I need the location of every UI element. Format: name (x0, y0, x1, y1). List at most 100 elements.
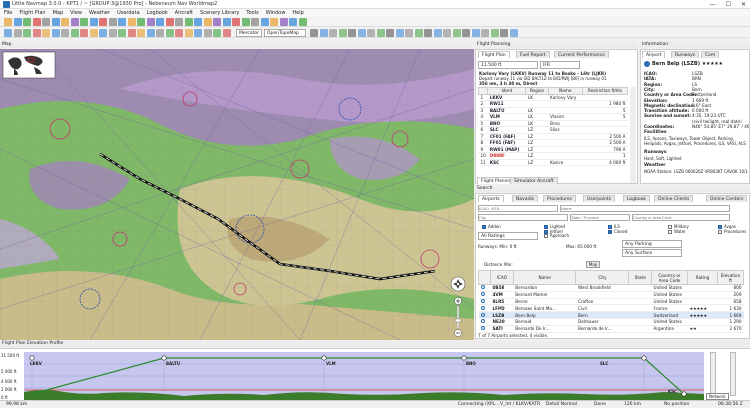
checkbox-water[interactable]: Water (668, 229, 686, 234)
view-toolbar-button-icon[interactable] (348, 29, 356, 37)
toolbar-button-icon[interactable] (146, 18, 155, 26)
ratings-select[interactable]: All Ratings (478, 232, 538, 240)
parking-select[interactable]: Any Parking (622, 240, 682, 248)
toolbar-button-icon[interactable] (32, 18, 41, 26)
menu-tools[interactable]: Tools (246, 10, 258, 16)
toolbar-button-icon[interactable] (184, 18, 193, 26)
menu-scenery-library[interactable]: Scenery Library (200, 10, 239, 16)
menu-map[interactable]: Map (53, 10, 64, 16)
toolbar-button-icon[interactable] (23, 18, 31, 26)
toolbar-button-icon[interactable] (241, 18, 250, 26)
view-toolbar-button-icon[interactable] (500, 29, 508, 37)
search-tab-logbook[interactable]: Logbook (623, 195, 651, 202)
search-result-row[interactable]: NE20 Bernaid Delmauer United States 1 290 (478, 318, 744, 326)
minimize-icon[interactable]: — (710, 1, 716, 8)
view-toolbar-button-icon[interactable] (462, 29, 470, 37)
view-toolbar-button-icon[interactable] (329, 29, 337, 37)
view-toolbar-button-icon[interactable] (471, 29, 480, 37)
toolbar-button-icon[interactable] (137, 18, 145, 26)
map-toolbar-button-icon[interactable] (184, 29, 193, 37)
toolbar-button-icon[interactable] (89, 18, 98, 26)
view-toolbar-button-icon[interactable] (424, 29, 432, 37)
view-toolbar-button-icon[interactable] (386, 29, 394, 37)
view-toolbar-button-icon[interactable] (405, 29, 413, 37)
search-tab-online-centers[interactable]: Online Centers (706, 195, 748, 202)
tab-current-performance[interactable]: Current Performance (554, 51, 609, 58)
menu-aircraft[interactable]: Aircraft (175, 10, 193, 16)
search-tab-procedures[interactable]: Procedures (543, 195, 576, 202)
toolbar-button-icon[interactable] (156, 18, 164, 26)
map-toolbar-button-icon[interactable] (194, 29, 202, 37)
close-icon[interactable]: ✕ (741, 1, 746, 8)
tab-fuel-report[interactable]: Fuel Report (516, 51, 550, 58)
toolbar-button-icon[interactable] (194, 18, 202, 26)
toolbar-button-icon[interactable] (127, 18, 136, 26)
search-tab-airports[interactable]: Airports (478, 195, 504, 202)
view-toolbar-button-icon[interactable] (310, 29, 318, 37)
checkbox-approach[interactable]: Approach (544, 233, 569, 238)
surface-select[interactable]: Any Surface (622, 249, 682, 257)
view-toolbar-button-icon[interactable] (338, 29, 347, 37)
map-toolbar-button-icon[interactable] (108, 29, 117, 37)
map-toolbar-button-icon[interactable] (127, 29, 136, 37)
view-toolbar-button-icon[interactable] (376, 29, 385, 37)
map-toolbar-button-icon[interactable] (137, 29, 145, 37)
toolbar-button-icon[interactable] (4, 18, 12, 26)
view-toolbar-button-icon[interactable] (433, 29, 442, 37)
map-toolbar-button-icon[interactable] (80, 29, 88, 37)
cruise-altitude-input[interactable]: 11.500 ft (478, 61, 538, 69)
search-result-row[interactable]: LSZB Bern Belp Bern Switzerland ★★★★★ 1 669 (478, 311, 744, 319)
map-toolbar-button-icon[interactable] (156, 29, 164, 37)
map-toolbar-button-icon[interactable] (222, 29, 231, 37)
checkbox-box[interactable] (482, 225, 486, 229)
checkbox-box[interactable] (668, 230, 672, 234)
toolbar-button-icon[interactable] (298, 18, 307, 26)
map-canvas[interactable] (0, 49, 474, 340)
menu-userdata[interactable]: Userdata (117, 10, 140, 16)
view-toolbar-button-icon[interactable] (490, 29, 499, 37)
flight-type-select[interactable]: IFR (540, 61, 580, 69)
toolbar-button-icon[interactable] (270, 18, 278, 26)
search-ident-input[interactable] (478, 205, 558, 212)
view-toolbar-button-icon[interactable] (319, 29, 328, 37)
map-toolbar-button-icon[interactable] (165, 29, 174, 37)
map-toolbar-button-icon[interactable] (13, 29, 22, 37)
toolbar-button-icon[interactable] (213, 18, 221, 26)
col-city[interactable]: City (575, 270, 630, 285)
map-toolbar-button-icon[interactable] (99, 29, 107, 37)
map-toolbar-button-icon[interactable] (42, 29, 50, 37)
toolbar-button-icon[interactable] (165, 18, 174, 26)
toolbar-button-icon[interactable] (118, 18, 126, 26)
map-toolbar-button-icon[interactable] (213, 29, 221, 37)
toolbar-button-icon[interactable] (108, 18, 117, 26)
tab-info-airport[interactable]: Airport (642, 51, 666, 58)
toolbar-button-icon[interactable] (232, 18, 240, 26)
menu-file[interactable]: File (4, 10, 12, 16)
col-country[interactable]: Country or Area Code (651, 270, 689, 285)
toolbar-button-icon[interactable] (251, 18, 259, 26)
col-restriction[interactable]: Restriction ft/kts (582, 87, 628, 95)
map-toolbar-button-icon[interactable] (175, 29, 183, 37)
search-tab-online-clients[interactable]: Online Clients (654, 195, 694, 202)
checkbox-procedures[interactable]: Procedures (718, 229, 746, 234)
menu-view[interactable]: View (70, 10, 82, 16)
map-view[interactable] (0, 49, 474, 340)
view-toolbar-button-icon[interactable] (481, 29, 489, 37)
search-name-input[interactable] (560, 205, 730, 212)
checkbox-closed[interactable]: Closed (608, 229, 627, 234)
toolbar-button-icon[interactable] (99, 18, 107, 26)
map-toolbar-button-icon[interactable] (4, 29, 12, 37)
map-toolbar-button-icon[interactable] (23, 29, 31, 37)
checkbox-box[interactable] (608, 230, 612, 234)
search-tab-userpoints[interactable]: Userpoints (583, 195, 616, 202)
map-toolbar-button-icon[interactable] (89, 29, 98, 37)
search-country-input[interactable] (632, 214, 730, 221)
tab-info-runways[interactable]: Runways (671, 51, 700, 58)
map-toolbar-button-icon[interactable] (146, 29, 155, 37)
search-tab-navaids[interactable]: Navaids (512, 195, 538, 202)
theme-select[interactable]: OpenTopoMap (264, 29, 306, 37)
tab-info-com[interactable]: Com (701, 51, 720, 58)
toolbar-button-icon[interactable] (70, 18, 79, 26)
view-toolbar-button-icon[interactable] (509, 29, 518, 37)
toolbar-button-icon[interactable] (279, 18, 288, 26)
